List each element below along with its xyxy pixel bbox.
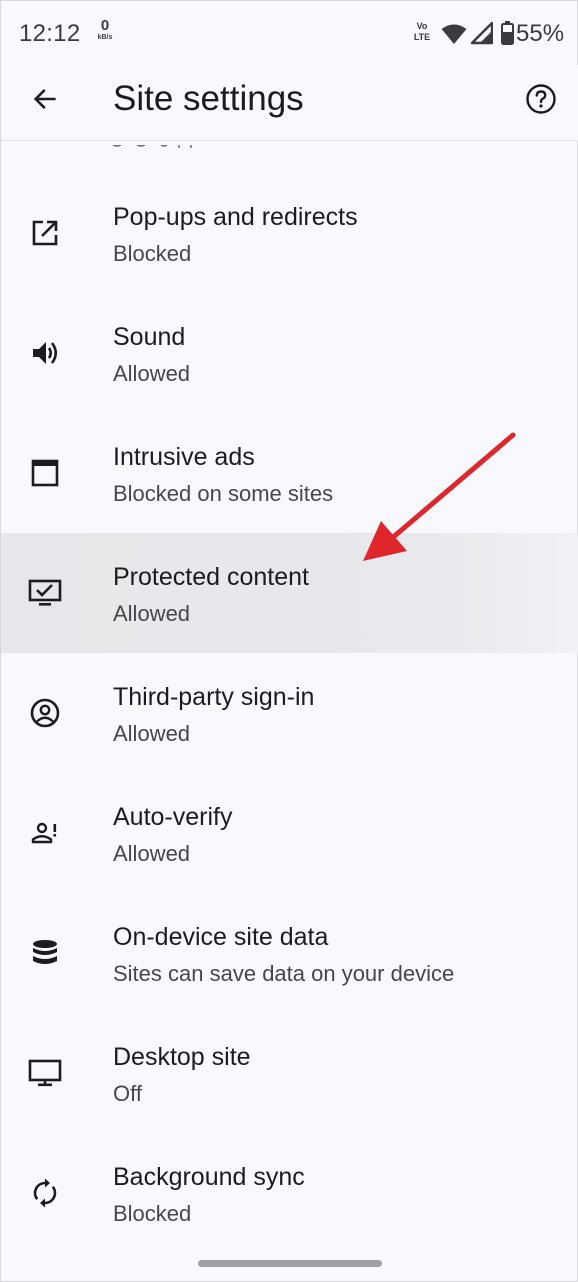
item-title: Protected content xyxy=(113,563,309,591)
item-subtitle: Blocked on some sites xyxy=(113,481,334,506)
item-subtitle: Allowed xyxy=(113,721,191,746)
arrow-back-icon xyxy=(31,85,59,118)
signal-icon xyxy=(470,21,494,50)
protected-content-icon xyxy=(25,573,65,613)
network-speed: 0 kB/s xyxy=(93,18,117,41)
volume-icon xyxy=(25,333,65,373)
status-time: 12:12 xyxy=(19,20,81,47)
app-bar: Site settings xyxy=(1,65,578,141)
item-subtitle: Sites can save data on your device xyxy=(113,961,455,986)
item-subtitle: Allowed xyxy=(113,361,191,386)
item-subtitle: Off xyxy=(113,1081,142,1106)
item-title: Desktop site xyxy=(113,1043,251,1071)
screen: 12:12 0 kB/s Vo LTE 55% Site settings Po… xyxy=(0,0,578,1282)
list-item-protected-content[interactable]: Protected content Allowed xyxy=(1,533,578,653)
item-subtitle: Allowed xyxy=(113,601,191,626)
list-item-auto-verify[interactable]: Auto-verify Allowed xyxy=(1,773,578,893)
page-title: Site settings xyxy=(113,79,304,118)
item-subtitle: Allowed xyxy=(113,841,191,866)
battery-percent: 55% xyxy=(516,20,565,47)
item-title: Intrusive ads xyxy=(113,443,255,471)
list-item-sound[interactable]: Sound Allowed xyxy=(1,293,578,413)
window-icon xyxy=(25,453,65,493)
item-title: Sound xyxy=(113,323,186,351)
sync-icon xyxy=(25,1173,65,1213)
item-title: Background sync xyxy=(113,1163,305,1191)
help-circle-icon xyxy=(525,83,557,120)
navigation-handle[interactable] xyxy=(198,1260,382,1267)
item-subtitle: Blocked xyxy=(113,241,192,266)
partial-list-item xyxy=(1,142,578,152)
wifi-icon xyxy=(441,23,467,50)
person-alert-icon xyxy=(25,813,65,853)
battery-icon xyxy=(501,21,514,50)
back-button[interactable] xyxy=(25,81,65,121)
account-circle-icon xyxy=(25,693,65,733)
list-item-third-party-sign-in[interactable]: Third-party sign-in Allowed xyxy=(1,653,578,773)
open-in-new-icon xyxy=(25,213,65,253)
network-speed-unit: kB/s xyxy=(97,34,113,41)
help-button[interactable] xyxy=(521,81,561,121)
settings-list: Pop-ups and redirects Blocked Sound Allo… xyxy=(1,173,578,1253)
item-subtitle: Blocked xyxy=(113,1201,192,1226)
volte-label-bottom: LTE xyxy=(413,32,431,42)
item-title: Auto-verify xyxy=(113,803,233,831)
network-speed-value: 0 xyxy=(100,17,110,34)
list-item-intrusive-ads[interactable]: Intrusive ads Blocked on some sites xyxy=(1,413,578,533)
desktop-icon xyxy=(25,1053,65,1093)
item-title: Third-party sign-in xyxy=(113,683,315,711)
database-icon xyxy=(25,933,65,973)
volte-indicator: Vo LTE xyxy=(411,21,433,43)
volte-label-top: Vo xyxy=(416,21,428,31)
list-item-background-sync[interactable]: Background sync Blocked xyxy=(1,1133,578,1253)
list-item-desktop-site[interactable]: Desktop site Off xyxy=(1,1013,578,1133)
status-bar: 12:12 0 kB/s Vo LTE 55% xyxy=(1,1,578,65)
item-title: On-device site data xyxy=(113,923,329,951)
list-item-on-device-site-data[interactable]: On-device site data Sites can save data … xyxy=(1,893,578,1013)
item-title: Pop-ups and redirects xyxy=(113,203,358,231)
list-item-popups[interactable]: Pop-ups and redirects Blocked xyxy=(1,173,578,293)
